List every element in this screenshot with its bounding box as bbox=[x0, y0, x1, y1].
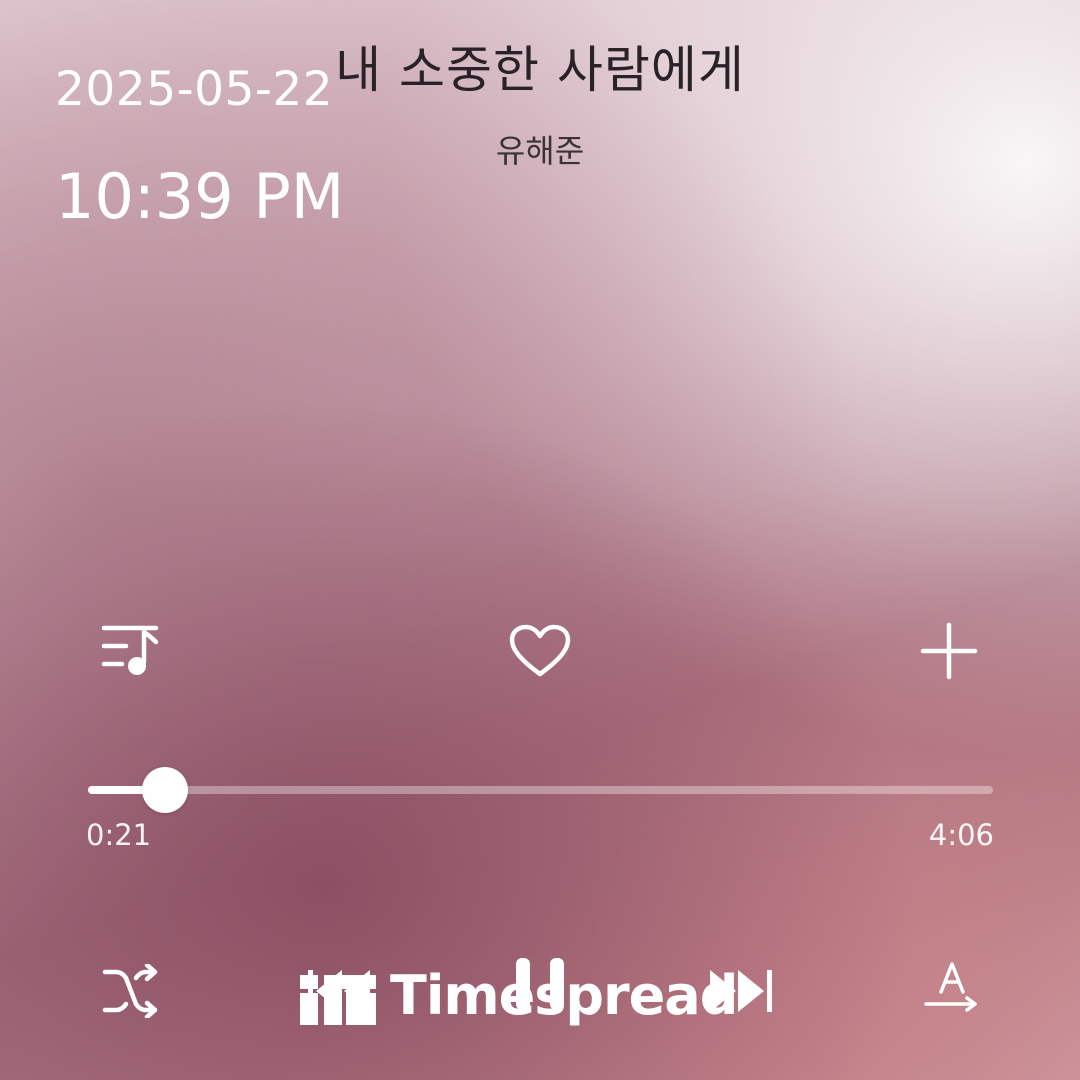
elapsed-time: 0:21 bbox=[86, 818, 152, 852]
timespread-watermark: Timespread bbox=[300, 962, 738, 1028]
timestamp-time: 10:39 PM bbox=[55, 160, 345, 233]
plus-icon[interactable] bbox=[920, 622, 978, 680]
progress-thumb[interactable] bbox=[141, 767, 188, 813]
total-duration: 4:06 bbox=[928, 818, 994, 852]
translate-lyrics-icon[interactable] bbox=[922, 960, 980, 1018]
progress-bar[interactable] bbox=[88, 767, 993, 813]
timespread-logo-icon bbox=[300, 975, 376, 1025]
shuffle-icon[interactable] bbox=[102, 964, 160, 1018]
playlist-music-icon[interactable] bbox=[100, 622, 162, 680]
watermark-text: Timespread bbox=[390, 963, 738, 1027]
heart-icon[interactable] bbox=[508, 624, 572, 680]
timestamp-date: 2025-05-22 bbox=[55, 62, 334, 117]
